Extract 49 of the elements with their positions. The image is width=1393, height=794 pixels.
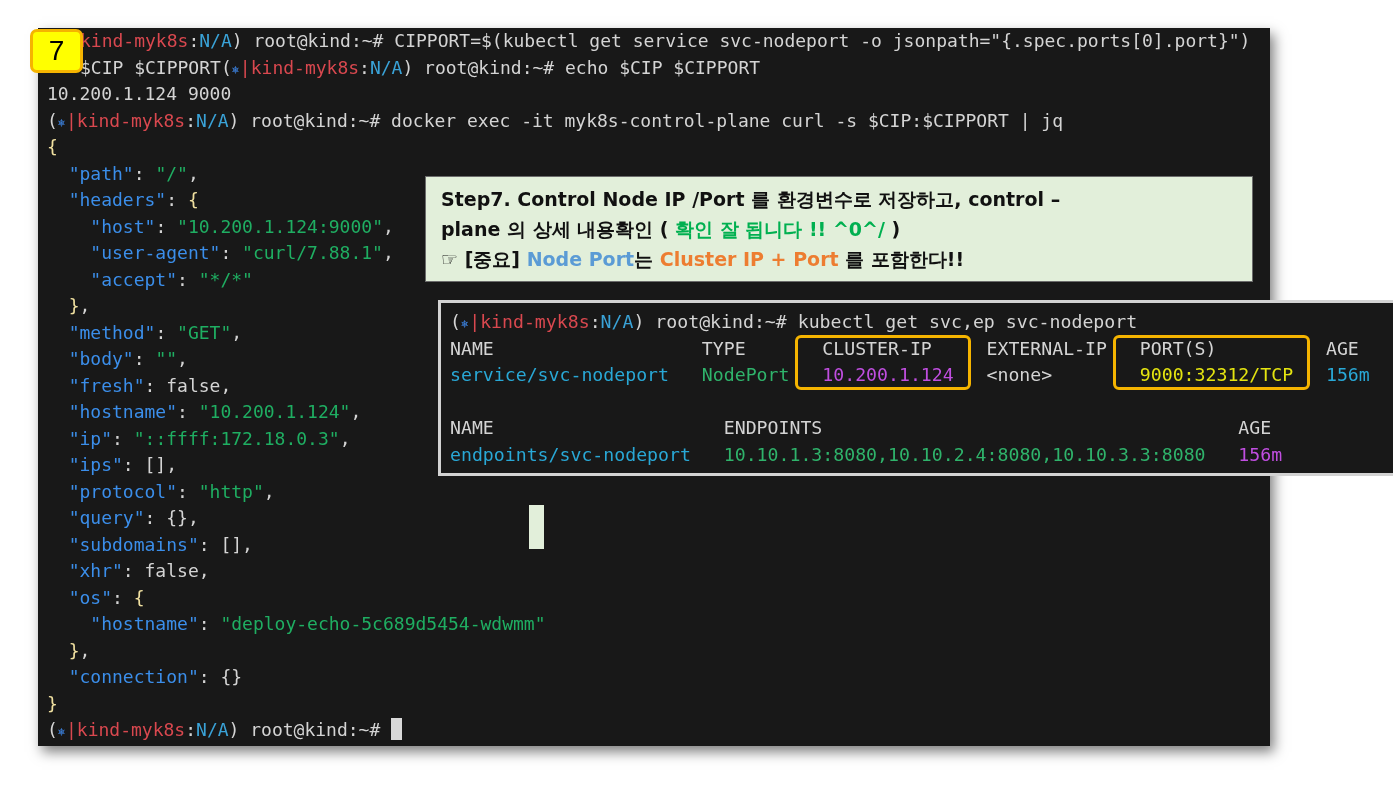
terminal-line: "ip": "::ffff:172.18.0.3", (67, 426, 351, 451)
table-cell-text: endpoints/svc-nodeport (450, 442, 691, 467)
terminal-line: "fresh": false, (67, 373, 232, 398)
terminal-line: "host": "10.200.1.124:9000", (89, 214, 394, 239)
terminal-line: }, (67, 294, 91, 318)
terminal-line: "protocol": "http", (67, 479, 275, 504)
table-cell-text: 10.200.1.124 (822, 363, 954, 387)
terminal-line: (⎈|kind-myk8s:N/A) root@kind:~# kubectl get svc,ep svc-nodeport (450, 310, 1138, 334)
terminal-line: "path": "/", (67, 161, 199, 186)
step-number: 7 (30, 29, 83, 73)
terminal-line: "method": "GET", (67, 320, 243, 345)
terminal-line: "headers": { (67, 188, 199, 212)
terminal-line: "connection": {} (67, 665, 243, 689)
important-note: ☞ [중요] Node Port는 Cluster IP + Port 를 포함한다!! (441, 247, 965, 272)
column-header: NAME (450, 416, 494, 440)
terminal-line: (⎈|kind-myk8s:N/A) root@kind:~# docker exec -it myk8s-control-plane curl -s $CIP:$CIPPORT | jq (47, 108, 1063, 133)
table-cell-text: 10.10.1.3:8080,10.10.2.4:8080,10.10.3.3:8080 (723, 442, 1206, 467)
table-cell-text: 156m (1238, 442, 1283, 467)
table-cell-text: 9000:32312/TCP (1139, 363, 1294, 387)
column-header: CLUSTER-IP (822, 336, 932, 361)
terminal-line: "body": "", (67, 347, 188, 371)
terminal-line: $CIP $CIPPORT(⎈|kind-myk8s:N/A) root@kind:~# echo $CIP $CIPPORT (80, 55, 761, 80)
table-cell-text: service/svc-nodeport (450, 363, 669, 387)
column-header: PORT(S) (1139, 336, 1217, 361)
cursor-mark (529, 505, 544, 549)
terminal-line: { (47, 135, 58, 159)
terminal-line: "user-agent": "curl/7.88.1", (89, 241, 394, 265)
terminal-line: "xhr": false, (67, 559, 210, 583)
column-header: ENDPOINTS (723, 416, 823, 440)
terminal-line: "hostname": "deploy-echo-5c689d5454-wdwmm" (89, 612, 546, 636)
terminal-line: }, (67, 638, 91, 663)
terminal-line: "hostname": "10.200.1.124", (67, 400, 362, 424)
terminal-line: "query": {}, (67, 506, 199, 530)
terminal-line: 10.200.1.124 9000 (47, 82, 232, 106)
terminal-line: "ips": [], (67, 453, 178, 477)
step-description: Step7. Control Node IP /Port 를 환경변수로 저장하고, control – plane 의 상세 내용확인 ( 확인 잘 됩니다 !! ^0^/ ) (441, 187, 1061, 242)
terminal-line: (⎈|kind-myk8s:N/A) root@kind:~# (47, 717, 403, 744)
terminal-line: "subdomains": [], (67, 532, 253, 557)
table-cell-text: 156m (1325, 363, 1370, 387)
column-header: TYPE (701, 336, 746, 361)
column-header: AGE (1325, 336, 1359, 361)
column-header: NAME (450, 336, 494, 361)
table-cell-text: NodePort (701, 363, 790, 387)
column-header: AGE (1238, 416, 1272, 440)
column-header: EXTERNAL-IP (986, 336, 1107, 361)
terminal-line: "accept": "*/*" (89, 267, 253, 292)
terminal-line: "os": { (67, 585, 145, 610)
table-cell-text: <none> (986, 363, 1053, 387)
terminal-line: } (47, 691, 58, 716)
